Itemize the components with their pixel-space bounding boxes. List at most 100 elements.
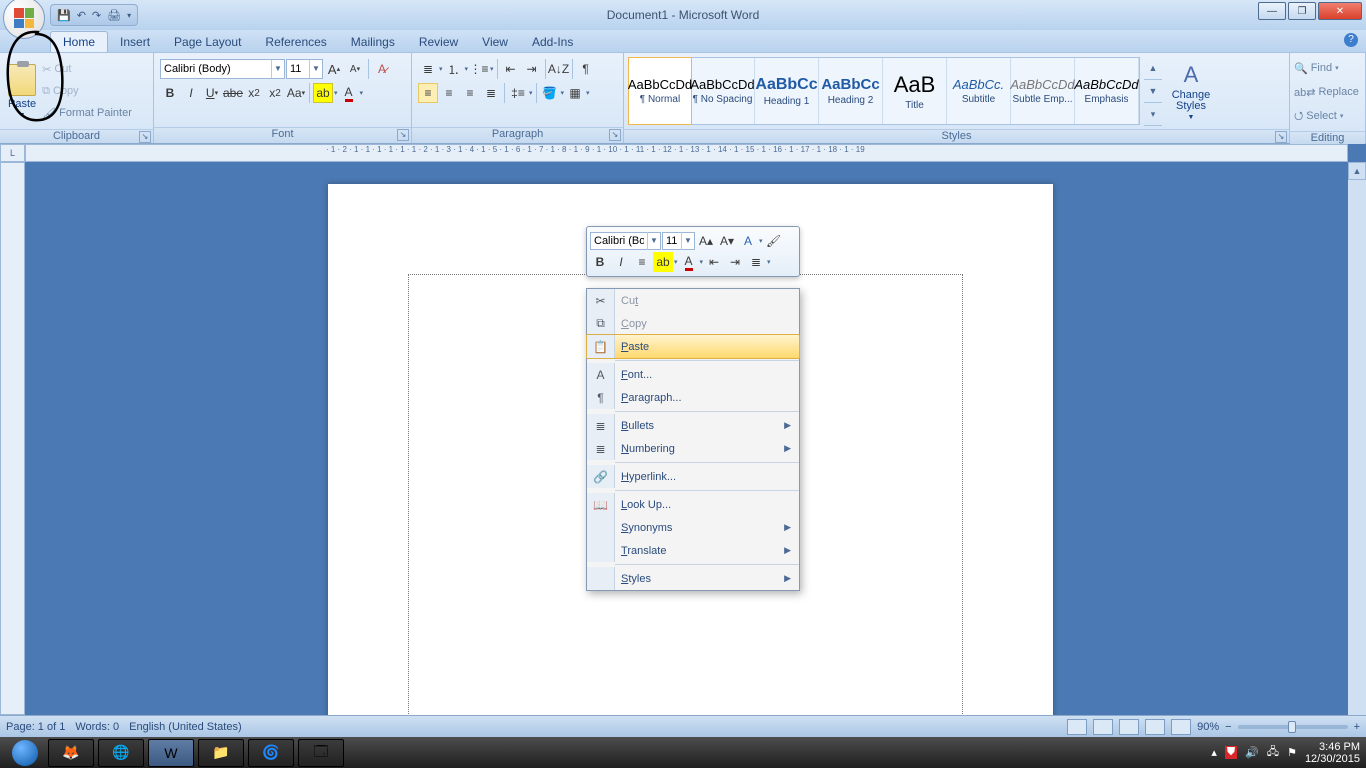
quick-access-toolbar[interactable]: 💾 ↶ ↷ 🖨 ▾ [50, 4, 138, 26]
task-firefox[interactable]: 🦊 [48, 739, 94, 767]
show-marks-icon[interactable]: ¶ [576, 59, 596, 79]
tab-selector[interactable]: L [0, 144, 25, 162]
inc-indent-icon[interactable]: ⇥ [725, 252, 745, 272]
style-heading-2[interactable]: AaBbCcHeading 2 [819, 58, 883, 124]
vertical-scrollbar[interactable]: ▲ [1348, 162, 1366, 715]
ctx-font---[interactable]: AFont... [587, 363, 799, 386]
tray-flag-icon[interactable]: ⚑ [1287, 746, 1297, 759]
clear-format-icon[interactable]: A̷ [372, 59, 392, 79]
redo-icon[interactable]: ↷ [92, 9, 101, 22]
center-icon[interactable]: ≡ [632, 252, 652, 272]
borders-icon[interactable]: ▦ [565, 83, 585, 103]
mini-size-combo[interactable]: ▼ [662, 232, 695, 250]
style---no-spacing[interactable]: AaBbCcDd¶ No Spacing [691, 58, 755, 124]
style-title[interactable]: AaBTitle [883, 58, 947, 124]
style-subtle-emp---[interactable]: AaBbCcDdSubtle Emp... [1011, 58, 1075, 124]
shading-icon[interactable]: 🪣 [540, 83, 560, 103]
inc-indent-icon[interactable]: ⇥ [522, 59, 542, 79]
copy-button[interactable]: ⧉Copy [42, 80, 132, 102]
zoom-level[interactable]: 90% [1197, 721, 1219, 733]
justify-icon[interactable]: ≣ [481, 83, 501, 103]
tab-review[interactable]: Review [407, 32, 470, 52]
view-print-layout[interactable] [1067, 719, 1087, 735]
sort-icon[interactable]: A↓Z [549, 59, 569, 79]
tab-view[interactable]: View [470, 32, 520, 52]
qat-more-icon[interactable]: ▾ [127, 11, 131, 20]
tray-chevron-icon[interactable]: ▴ [1211, 746, 1217, 759]
ctx-synonyms[interactable]: Synonyms▶ [587, 516, 799, 539]
horizontal-ruler[interactable]: · 1 · 2 · 1 · 1 · 1 · 1 · 1 · 1 · 2 · 1 … [25, 144, 1348, 162]
subscript-icon[interactable]: x2 [244, 83, 264, 103]
dec-indent-icon[interactable]: ⇤ [704, 252, 724, 272]
ctx-look-up---[interactable]: 📖Look Up... [587, 493, 799, 516]
styles-gallery[interactable]: AaBbCcDd¶ NormalAaBbCcDd¶ No SpacingAaBb… [628, 57, 1140, 125]
ctx-numbering[interactable]: ≣Numbering▶ [587, 437, 799, 460]
align-left-icon[interactable]: ≡ [418, 83, 438, 103]
status-page[interactable]: Page: 1 of 1 [6, 721, 65, 733]
undo-icon[interactable]: ↶ [77, 9, 86, 22]
paste-button[interactable]: Paste ▼ [4, 55, 40, 127]
task-app2[interactable]: 🗔 [298, 739, 344, 767]
minimize-button[interactable]: — [1258, 2, 1286, 20]
tray-clock[interactable]: 3:46 PM12/30/2015 [1305, 741, 1360, 765]
font-name-combo[interactable]: ▼ [160, 59, 285, 79]
shrink-font-icon[interactable]: A▾ [717, 231, 737, 251]
format-painter-icon[interactable]: 🖌 [764, 231, 784, 251]
save-icon[interactable]: 💾 [57, 9, 71, 22]
system-tray[interactable]: ▴ ⛊ 🔊 🖧 ⚑ 3:46 PM12/30/2015 [1211, 741, 1360, 765]
task-chrome[interactable]: 🌐 [98, 739, 144, 767]
ctx-paragraph---[interactable]: ¶Paragraph... [587, 386, 799, 409]
shrink-font-icon[interactable]: A▾ [345, 59, 365, 79]
view-outline[interactable] [1145, 719, 1165, 735]
ctx-bullets[interactable]: ≣Bullets▶ [587, 414, 799, 437]
dec-indent-icon[interactable]: ⇤ [501, 59, 521, 79]
status-words[interactable]: Words: 0 [75, 721, 119, 733]
tab-mailings[interactable]: Mailings [339, 32, 407, 52]
font-color-icon[interactable]: A [339, 83, 359, 103]
tray-volume-icon[interactable]: 🔊 [1245, 746, 1259, 759]
bullets-icon[interactable]: ≣ [418, 59, 438, 79]
change-case-icon[interactable]: Aa▾ [286, 83, 306, 103]
print-icon[interactable]: 🖨 [107, 9, 121, 22]
tab-page-layout[interactable]: Page Layout [162, 32, 253, 52]
paragraph-dialog-icon[interactable]: ↘ [609, 129, 621, 141]
close-button[interactable]: ✕ [1318, 2, 1362, 20]
italic-icon[interactable]: I [611, 252, 631, 272]
align-center-icon[interactable]: ≡ [439, 83, 459, 103]
task-app1[interactable]: 🌀 [248, 739, 294, 767]
highlight-icon[interactable]: ab [653, 252, 673, 272]
bullets-icon[interactable]: ≣ [746, 252, 766, 272]
numbering-icon[interactable]: ⒈ [444, 59, 464, 79]
style-emphasis[interactable]: AaBbCcDdEmphasis [1075, 58, 1139, 124]
font-dialog-icon[interactable]: ↘ [397, 129, 409, 141]
gallery-scroll[interactable]: ▲▼▾ [1144, 57, 1162, 126]
tab-insert[interactable]: Insert [108, 32, 162, 52]
bold-icon[interactable]: B [160, 83, 180, 103]
style-heading-1[interactable]: AaBbCcHeading 1 [755, 58, 819, 124]
help-icon[interactable]: ? [1344, 33, 1358, 47]
strike-icon[interactable]: abe [223, 83, 243, 103]
view-full-screen[interactable] [1093, 719, 1113, 735]
style-subtitle[interactable]: AaBbCc.Subtitle [947, 58, 1011, 124]
find-button[interactable]: 🔍Find ▾ [1294, 57, 1339, 79]
tray-av-icon[interactable]: ⛊ [1225, 746, 1237, 759]
replace-button[interactable]: ab⇄Replace [1294, 81, 1359, 103]
zoom-out-icon[interactable]: − [1225, 721, 1231, 733]
styles-dialog-icon[interactable]: ↘ [1275, 131, 1287, 143]
ctx-translate[interactable]: Translate▶ [587, 539, 799, 562]
line-spacing-icon[interactable]: ‡≡ [508, 83, 528, 103]
cut-button[interactable]: ✂Cut [42, 58, 132, 80]
bold-icon[interactable]: B [590, 252, 610, 272]
clipboard-dialog-icon[interactable]: ↘ [139, 131, 151, 143]
zoom-slider[interactable] [1238, 725, 1348, 729]
view-draft[interactable] [1171, 719, 1191, 735]
tab-home[interactable]: Home [50, 31, 108, 52]
font-color-icon[interactable]: A [679, 252, 699, 272]
task-word[interactable]: W [148, 739, 194, 767]
view-web-layout[interactable] [1119, 719, 1139, 735]
multilevel-icon[interactable]: ⋮≡ [469, 59, 489, 79]
status-language[interactable]: English (United States) [129, 721, 242, 733]
underline-icon[interactable]: U▾ [202, 83, 222, 103]
chevron-down-icon[interactable]: ▼ [309, 60, 322, 78]
style---normal[interactable]: AaBbCcDd¶ Normal [628, 57, 692, 125]
